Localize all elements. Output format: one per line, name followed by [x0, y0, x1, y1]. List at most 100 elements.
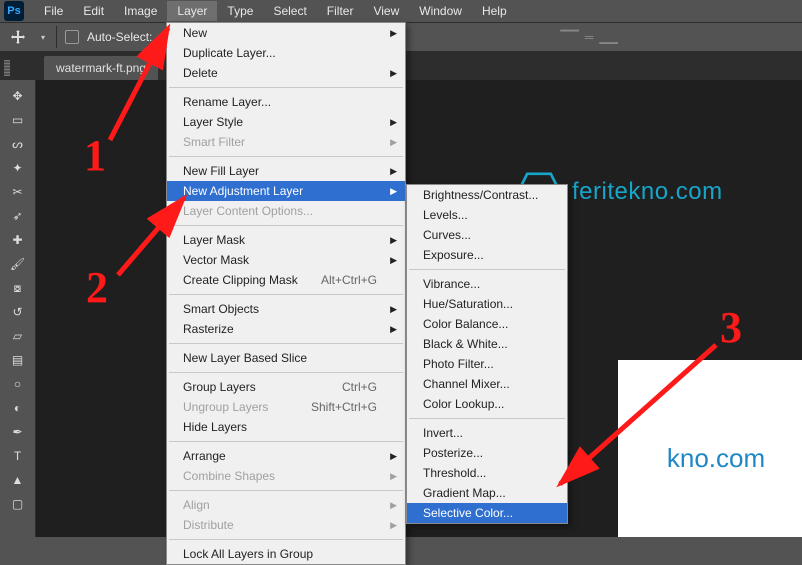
tool-preset-caret[interactable]: ▾ — [38, 27, 48, 47]
blur-tool[interactable]: ○ — [6, 374, 30, 394]
tool-panel: ✥ ▭ ᔕ ✦ ✂ ➶ ✚ 🖌 ⧇ ↺ ▱ ▤ ○ ◐ ✒ T ▲ ▢ — [0, 80, 36, 537]
adjust-menu-selective-color[interactable]: Selective Color... — [407, 503, 567, 523]
type-tool[interactable]: T — [6, 446, 30, 466]
menu-item-label: Channel Mixer... — [423, 377, 510, 391]
menu-item-label: Rasterize — [183, 322, 234, 336]
submenu-arrow-icon: ▶ — [390, 166, 397, 177]
menu-view[interactable]: View — [363, 1, 409, 21]
menu-item-label: Gradient Map... — [423, 486, 506, 500]
adjust-menu-photo-filter[interactable]: Photo Filter... — [407, 354, 567, 374]
tool-panel-grip[interactable] — [4, 60, 10, 76]
adjust-menu-vibrance[interactable]: Vibrance... — [407, 274, 567, 294]
document-tab[interactable]: watermark-ft.png — [44, 56, 158, 80]
layer-menu-align: Align▶ — [167, 495, 405, 515]
menu-item-label: Vector Mask — [183, 253, 249, 267]
submenu-arrow-icon: ▶ — [390, 324, 397, 335]
magic-wand-tool[interactable]: ✦ — [6, 158, 30, 178]
align-vcenter-icon[interactable]: ═ — [585, 30, 594, 44]
layer-menu-smart-objects[interactable]: Smart Objects▶ — [167, 299, 405, 319]
lasso-tool[interactable]: ᔕ — [6, 134, 30, 154]
dodge-tool[interactable]: ◐ — [6, 398, 30, 418]
adjust-menu-threshold[interactable]: Threshold... — [407, 463, 567, 483]
move-tool[interactable]: ✥ — [6, 86, 30, 106]
align-bottom-icon[interactable]: ▁▁ — [599, 30, 617, 44]
layer-menu-arrange[interactable]: Arrange▶ — [167, 446, 405, 466]
align-top-icon[interactable]: ▔▔ — [560, 30, 578, 44]
submenu-arrow-icon: ▶ — [390, 471, 397, 482]
layer-menu-create-clipping-mask[interactable]: Create Clipping MaskAlt+Ctrl+G — [167, 270, 405, 290]
menu-image[interactable]: Image — [114, 1, 167, 21]
layer-menu-separator — [169, 87, 403, 88]
crop-tool[interactable]: ✂ — [6, 182, 30, 202]
menu-item-label: Levels... — [423, 208, 468, 222]
rectangle-tool[interactable]: ▢ — [6, 494, 30, 514]
layer-menu-separator — [169, 343, 403, 344]
menu-item-label: Group Layers — [183, 380, 256, 394]
adjust-menu-color-lookup[interactable]: Color Lookup... — [407, 394, 567, 414]
layer-menu-rename-layer[interactable]: Rename Layer... — [167, 92, 405, 112]
rect-marquee-tool[interactable]: ▭ — [6, 110, 30, 130]
menu-help[interactable]: Help — [472, 1, 517, 21]
submenu-arrow-icon: ▶ — [390, 186, 397, 197]
submenu-arrow-icon: ▶ — [390, 520, 397, 531]
submenu-arrow-icon: ▶ — [390, 28, 397, 39]
menu-item-label: Duplicate Layer... — [183, 46, 276, 60]
submenu-arrow-icon: ▶ — [390, 117, 397, 128]
layer-menu-new-adjustment-layer[interactable]: New Adjustment Layer▶ — [167, 181, 405, 201]
spot-heal-tool[interactable]: ✚ — [6, 230, 30, 250]
adjust-menu-exposure[interactable]: Exposure... — [407, 245, 567, 265]
submenu-arrow-icon: ▶ — [390, 137, 397, 148]
layer-menu-duplicate-layer[interactable]: Duplicate Layer... — [167, 43, 405, 63]
layer-menu-new-layer-based-slice[interactable]: New Layer Based Slice — [167, 348, 405, 368]
menu-item-label: New Fill Layer — [183, 164, 259, 178]
app-logo[interactable]: Ps — [4, 1, 24, 21]
adjust-menu-black-white[interactable]: Black & White... — [407, 334, 567, 354]
layer-menu-vector-mask[interactable]: Vector Mask▶ — [167, 250, 405, 270]
divider — [56, 26, 57, 48]
menu-select[interactable]: Select — [263, 1, 316, 21]
auto-select-checkbox[interactable] — [65, 30, 79, 44]
adjust-menu-channel-mixer[interactable]: Channel Mixer... — [407, 374, 567, 394]
menu-shortcut: Shift+Ctrl+G — [311, 400, 377, 414]
adjust-menu-levels[interactable]: Levels... — [407, 205, 567, 225]
menu-item-label: New Layer Based Slice — [183, 351, 307, 365]
eraser-tool[interactable]: ▱ — [6, 326, 30, 346]
menu-layer[interactable]: Layer — [167, 1, 217, 21]
menu-file[interactable]: File — [34, 1, 73, 21]
adjust-menu-brightness-contrast[interactable]: Brightness/Contrast... — [407, 185, 567, 205]
menu-item-label: Posterize... — [423, 446, 483, 460]
menu-item-label: Color Balance... — [423, 317, 508, 331]
layer-menu-new-fill-layer[interactable]: New Fill Layer ▶ — [167, 161, 405, 181]
menu-filter[interactable]: Filter — [317, 1, 364, 21]
layer-menu-layer-style[interactable]: Layer Style▶ — [167, 112, 405, 132]
adjust-menu-color-balance[interactable]: Color Balance... — [407, 314, 567, 334]
menu-edit[interactable]: Edit — [73, 1, 114, 21]
history-brush-tool[interactable]: ↺ — [6, 302, 30, 322]
path-select-tool[interactable]: ▲ — [6, 470, 30, 490]
menu-item-label: Black & White... — [423, 337, 508, 351]
layer-menu-new[interactable]: New▶ — [167, 23, 405, 43]
menu-item-label: Rename Layer... — [183, 95, 271, 109]
adjust-menu-posterize[interactable]: Posterize... — [407, 443, 567, 463]
adjust-menu-invert[interactable]: Invert... — [407, 423, 567, 443]
adjust-menu-gradient-map[interactable]: Gradient Map... — [407, 483, 567, 503]
menu-item-label: Hue/Saturation... — [423, 297, 513, 311]
menu-item-label: Exposure... — [423, 248, 484, 262]
layer-menu-layer-mask[interactable]: Layer Mask▶ — [167, 230, 405, 250]
adjust-menu-hue-saturation[interactable]: Hue/Saturation... — [407, 294, 567, 314]
layer-menu-delete[interactable]: Delete▶ — [167, 63, 405, 83]
adjust-menu-curves[interactable]: Curves... — [407, 225, 567, 245]
clone-stamp-tool[interactable]: ⧇ — [6, 278, 30, 298]
layer-menu-hide-layers[interactable]: Hide Layers — [167, 417, 405, 437]
layer-menu-group-layers[interactable]: Group LayersCtrl+G — [167, 377, 405, 397]
layer-menu-lock-all-layers-in-group[interactable]: Lock All Layers in Group — [167, 544, 405, 564]
annotation-3: 3 — [720, 302, 742, 353]
pen-tool[interactable]: ✒ — [6, 422, 30, 442]
eyedropper-tool[interactable]: ➶ — [6, 206, 30, 226]
layer-menu-rasterize[interactable]: Rasterize ▶ — [167, 319, 405, 339]
gradient-tool[interactable]: ▤ — [6, 350, 30, 370]
menu-type[interactable]: Type — [217, 1, 263, 21]
move-tool-indicator[interactable] — [6, 26, 30, 48]
menu-window[interactable]: Window — [409, 1, 472, 21]
brush-tool[interactable]: 🖌 — [6, 254, 30, 274]
